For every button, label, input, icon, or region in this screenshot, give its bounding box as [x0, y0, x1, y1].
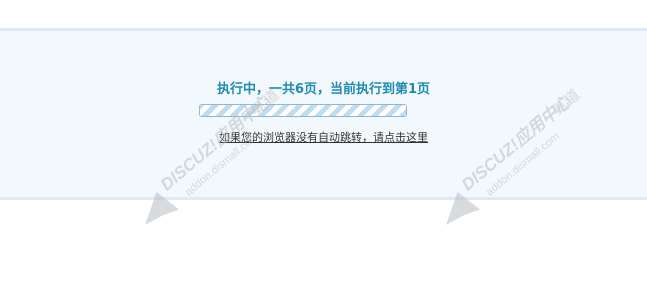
status-message: 执行中，一共6页，当前执行到第1页: [216, 82, 431, 97]
notice-panel: 执行中，一共6页，当前执行到第1页 如果您的浏览器没有自动跳转，请点击这里: [0, 28, 647, 200]
redirect-page: 执行中，一共6页，当前执行到第1页 如果您的浏览器没有自动跳转，请点击这里 DI…: [0, 0, 647, 300]
redirect-link[interactable]: 如果您的浏览器没有自动跳转，请点击这里: [219, 131, 428, 144]
redirect-link-row: 如果您的浏览器没有自动跳转，请点击这里: [0, 129, 647, 145]
progress-fill: [200, 105, 406, 116]
progress-bar: [199, 104, 407, 117]
